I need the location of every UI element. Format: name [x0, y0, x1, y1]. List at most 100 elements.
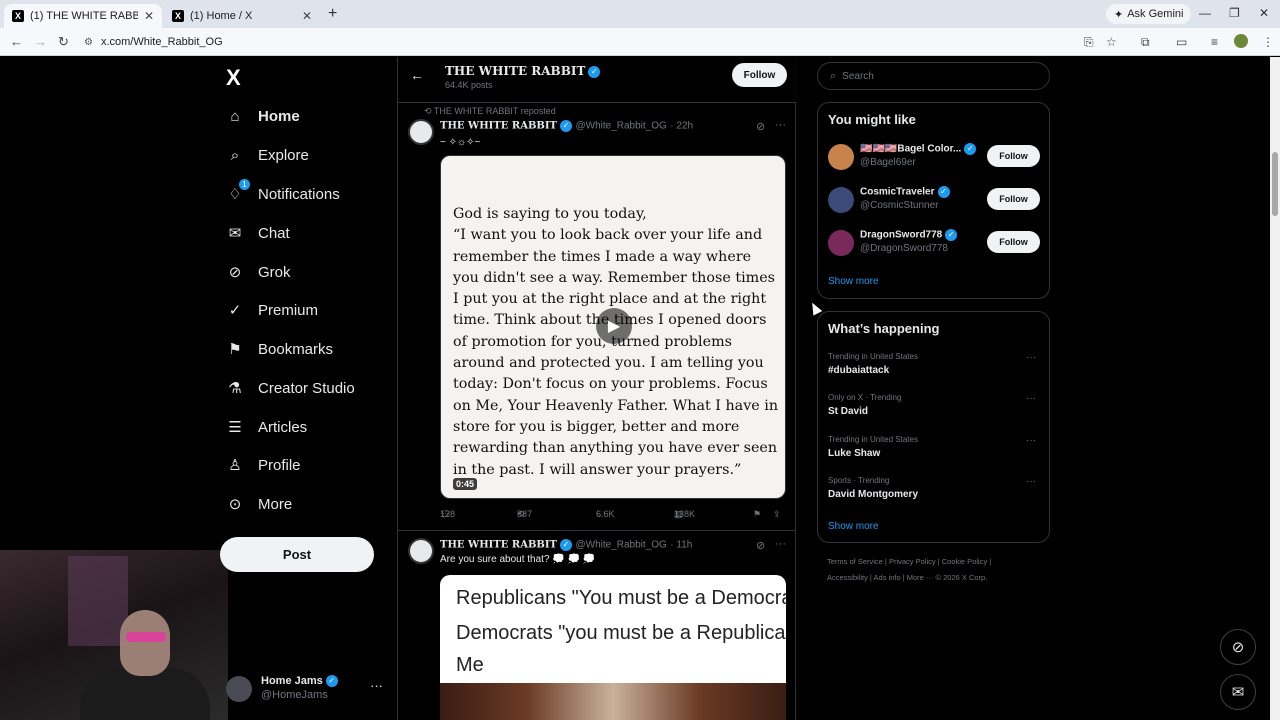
site-info-icon[interactable]: ⚙: [84, 37, 93, 48]
user-avatar: [828, 144, 854, 170]
follow-button[interactable]: Follow: [987, 231, 1040, 253]
nav-home[interactable]: ⌂ Home: [226, 101, 299, 131]
nav-notifications[interactable]: ♢ 1 Notifications: [226, 179, 340, 209]
tweet-author[interactable]: THE WHITE RABBIT ✓ @White_Rabbit_OG · 11h: [440, 539, 692, 551]
suggested-user[interactable]: DragonSword778 ✓ @DragonSword778 Follow: [828, 229, 1040, 259]
webcam-person-head: [120, 610, 170, 676]
back-icon[interactable]: ←: [10, 34, 23, 49]
user-avatar: [828, 187, 854, 213]
verified-icon: ✓: [588, 65, 601, 78]
close-tab-icon[interactable]: ✕: [302, 9, 312, 23]
tweet-image[interactable]: Republicans "You must be a Democrat" Dem…: [440, 575, 786, 720]
media-controls-icon[interactable]: ≡: [1211, 35, 1218, 49]
back-arrow-icon[interactable]: ←: [410, 67, 424, 83]
post-button[interactable]: Post: [220, 537, 374, 572]
nav-profile[interactable]: ♙ Profile: [226, 450, 300, 480]
footer-links[interactable]: Accessibility | Ads info | More ··· © 20…: [827, 573, 987, 582]
ask-gemini-label: Ask Gemini: [1127, 8, 1184, 20]
share-icon[interactable]: ⇪: [773, 509, 781, 520]
grok-fab-icon[interactable]: ⊘: [1220, 629, 1256, 665]
tweet-actions: 💬︎ 128 ⟲ 887 ♡ 6.6K ▥ 138K ⚑ ⇪: [440, 509, 781, 520]
grok-explain-icon[interactable]: ⊘: [756, 120, 765, 133]
tweet-avatar[interactable]: [408, 119, 434, 145]
follow-button[interactable]: Follow: [732, 63, 787, 87]
ask-gemini-button[interactable]: ✦ Ask Gemini: [1106, 4, 1192, 24]
verified-icon: ✓: [937, 186, 950, 198]
bookmark-star-icon[interactable]: ☆: [1106, 35, 1117, 49]
follow-button[interactable]: Follow: [987, 145, 1040, 167]
nav-bookmarks[interactable]: ⚑ Bookmarks: [226, 334, 333, 364]
show-more-link[interactable]: Show more: [828, 521, 879, 532]
trend-more-icon[interactable]: ···: [1026, 393, 1036, 404]
nav-chat[interactable]: ✉ Chat: [226, 218, 290, 248]
suggested-user[interactable]: 🇺🇸🇺🇸🇺🇸Bagel Color... ✓ @Bagel69er Follow: [828, 143, 1040, 173]
extensions-icon[interactable]: ⧉: [1141, 35, 1150, 50]
install-app-icon[interactable]: ⎘: [1084, 35, 1094, 50]
address-bar: ← → ↻ ⚙ x.com/White_Rabbit_OG ⎘ ☆ ⧉ ▭ ≡ …: [0, 28, 1280, 56]
tweet-text: ~ ✧☼✧~: [440, 137, 481, 148]
account-more-icon[interactable]: ···: [370, 678, 383, 693]
nav-creator-studio[interactable]: ⚗ Creator Studio: [226, 373, 355, 403]
new-tab-icon[interactable]: +: [328, 5, 337, 23]
follow-button[interactable]: Follow: [987, 188, 1040, 210]
forward-icon[interactable]: →: [34, 34, 47, 49]
bookmark-button[interactable]: ⚑: [753, 509, 761, 520]
x-logo-icon[interactable]: X: [226, 65, 241, 91]
close-window-icon[interactable]: ✕: [1259, 6, 1269, 20]
close-tab-icon[interactable]: ✕: [144, 9, 154, 23]
browser-menu-icon[interactable]: ⋮: [1262, 35, 1274, 49]
suggested-user[interactable]: CosmicTraveler ✓ @CosmicStunner Follow: [828, 186, 1040, 216]
trend-item[interactable]: Trending in United States Luke Shaw ···: [828, 435, 1040, 465]
verified-icon: ✓: [325, 675, 338, 688]
posts-count: 64.4K posts: [445, 80, 493, 90]
search-icon: ⌕: [830, 69, 837, 82]
messages-fab-icon[interactable]: ✉: [1220, 674, 1256, 710]
tweet-video[interactable]: God is saying to you today, “I want you …: [440, 155, 786, 499]
nav-label: Creator Studio: [258, 379, 355, 397]
tweet-more-icon[interactable]: ···: [775, 119, 786, 131]
footer-links[interactable]: Terms of Service | Privacy Policy | Cook…: [827, 557, 991, 566]
tweet-author[interactable]: THE WHITE RABBIT ✓ @White_Rabbit_OG · 22h: [440, 120, 693, 132]
you-might-like-card: You might like 🇺🇸🇺🇸🇺🇸Bagel Color... ✓ @Ba…: [817, 102, 1050, 299]
verified-icon: ✓: [964, 143, 977, 155]
mail-icon: ✉: [228, 225, 242, 242]
user-handle: @CosmicStunner: [860, 200, 939, 211]
image-caption-line: Me: [456, 654, 484, 676]
minimize-icon[interactable]: —: [1199, 6, 1211, 20]
search-input[interactable]: ⌕ Search: [817, 62, 1050, 90]
browser-tab-home[interactable]: X (1) Home / X ✕: [164, 4, 320, 28]
nav-articles[interactable]: ☰ Articles: [226, 412, 307, 442]
nav-grok[interactable]: ⊘ Grok: [226, 257, 291, 287]
restore-icon[interactable]: ❐: [1229, 6, 1240, 20]
show-more-link[interactable]: Show more: [828, 276, 879, 287]
split-view-icon[interactable]: ▭: [1176, 35, 1187, 49]
webcam-person-glasses: [126, 632, 166, 642]
trend-more-icon[interactable]: ···: [1026, 435, 1036, 446]
browser-tab-profile[interactable]: X (1) THE WHITE RABBIT (@Whi ✕: [4, 4, 162, 28]
nav-label: Premium: [258, 301, 319, 319]
account-switcher[interactable]: Home Jams ✓ @HomeJams ···: [226, 674, 386, 704]
nav-premium[interactable]: ✓ Premium: [226, 295, 318, 325]
scrollbar-thumb[interactable]: [1272, 152, 1278, 216]
nav-more[interactable]: ⊙ More: [226, 489, 292, 519]
grok-explain-icon[interactable]: ⊘: [756, 539, 765, 552]
page-scrollbar[interactable]: [1270, 57, 1280, 720]
url-field[interactable]: ⚙ x.com/White_Rabbit_OG: [84, 32, 1084, 52]
verified-icon: ✓: [560, 539, 572, 551]
nav-explore[interactable]: ⌕ Explore: [226, 140, 309, 170]
search-icon: ⌕: [230, 146, 240, 164]
nav-label: More: [258, 495, 293, 513]
home-icon: ⌂: [230, 107, 240, 125]
trend-item[interactable]: Trending in United States #dubaiattack ·…: [828, 352, 1040, 382]
x-favicon-icon: X: [12, 10, 24, 22]
tweet-more-icon[interactable]: ···: [775, 538, 786, 550]
trend-item[interactable]: Sports · Trending David Montgomery ···: [828, 476, 1040, 506]
browser-profile-avatar[interactable]: [1234, 34, 1248, 48]
reload-icon[interactable]: ↻: [58, 34, 69, 50]
trend-more-icon[interactable]: ···: [1026, 476, 1036, 487]
play-icon[interactable]: ▶: [596, 308, 632, 344]
profile-timeline: ← THE WHITE RABBIT ✓ 64.4K posts Follow ⟲…: [397, 57, 796, 720]
tweet-avatar[interactable]: [408, 538, 434, 564]
trend-more-icon[interactable]: ···: [1026, 352, 1036, 363]
trend-item[interactable]: Only on X · Trending St David ···: [828, 393, 1040, 423]
